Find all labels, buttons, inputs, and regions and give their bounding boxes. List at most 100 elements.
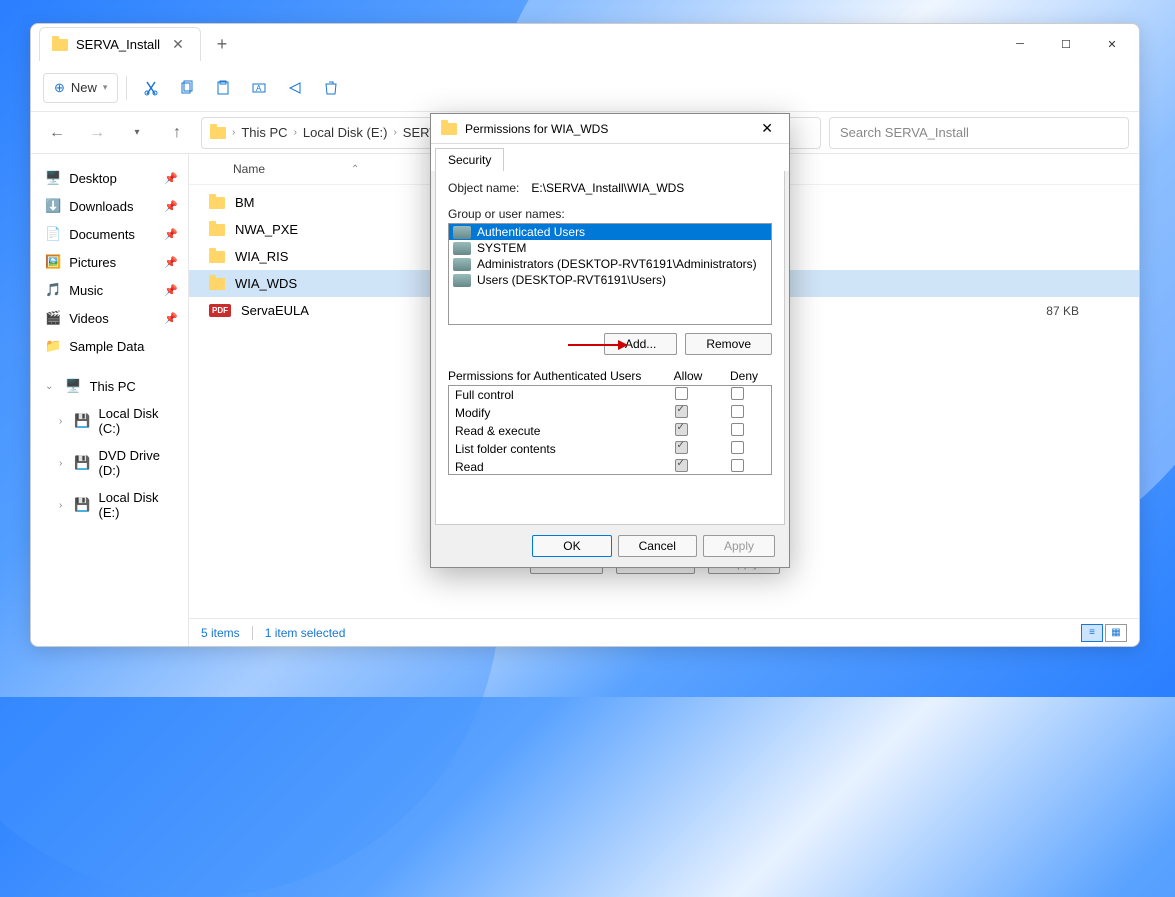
pin-icon: 📌 [164,172,178,185]
folder-icon [209,224,225,236]
permission-row: Read & execute [449,422,771,440]
permission-row: List folder contents [449,440,771,458]
rename-button[interactable]: A [243,72,275,104]
deny-header: Deny [716,369,772,383]
pin-icon: 📌 [164,256,178,269]
videos-icon: 🎬 [45,310,61,326]
folder-icon [210,127,226,139]
breadcrumb-item[interactable]: Local Disk (E:) [303,125,388,140]
sidebar-item-pictures[interactable]: 🖼️Pictures📌 [31,248,188,276]
permission-row: Full control [449,386,771,404]
permission-row: Modify [449,404,771,422]
apply-button[interactable]: Apply [703,535,775,557]
group-user-label: Group or user names: [448,207,772,221]
allow-checkbox[interactable] [675,423,688,436]
sidebar-item-drive[interactable]: ›💾Local Disk (E:) [31,484,188,526]
allow-checkbox[interactable] [675,387,688,400]
minimize-button[interactable]: ─ [997,28,1043,60]
new-button[interactable]: ⊕ New ▾ [43,73,118,103]
sidebar-item-drive[interactable]: ›💾Local Disk (C:) [31,400,188,442]
view-mode-switcher: ≡ ▦ [1081,624,1127,642]
folder-icon: 📁 [45,338,61,354]
up-button[interactable]: ↑ [161,117,193,149]
window-tab[interactable]: SERVA_Install ✕ [39,27,201,61]
maximize-button[interactable]: ☐ [1043,28,1089,60]
dialog-footer: OK Cancel Apply [431,525,789,567]
new-tab-button[interactable]: + [209,30,236,59]
user-listbox[interactable]: Authenticated UsersSYSTEMAdministrators … [448,223,772,325]
sidebar-item-downloads[interactable]: ⬇️Downloads📌 [31,192,188,220]
sidebar-item-videos[interactable]: 🎬Videos📌 [31,304,188,332]
users-icon [453,274,471,287]
tab-title: SERVA_Install [76,37,160,52]
user-list-item[interactable]: SYSTEM [449,240,771,256]
view-tiles-button[interactable]: ▦ [1105,624,1127,642]
cancel-button[interactable]: Cancel [618,535,697,557]
sidebar-item-desktop[interactable]: 🖥️Desktop📌 [31,164,188,192]
share-button[interactable] [279,72,311,104]
title-bar: SERVA_Install ✕ + ─ ☐ ✕ [31,24,1139,64]
plus-icon: ⊕ [54,80,65,96]
breadcrumb-item[interactable]: This PC [241,125,287,140]
pin-icon: 📌 [164,312,178,325]
users-icon [453,258,471,271]
sidebar-item-sample-data[interactable]: 📁Sample Data [31,332,188,360]
user-list-item[interactable]: Administrators (DESKTOP-RVT6191\Administ… [449,256,771,272]
drive-icon: 💾 [74,455,90,471]
chevron-down-icon: ▾ [103,82,108,93]
user-list-item[interactable]: Authenticated Users [449,224,771,240]
permission-row: Read [449,458,771,475]
annotation-arrow-icon [568,337,628,353]
chevron-right-icon: › [59,500,62,511]
drive-icon: 💾 [74,497,90,513]
deny-checkbox[interactable] [731,459,744,472]
pin-icon: 📌 [164,200,178,213]
music-icon: 🎵 [45,282,61,298]
pin-icon: 📌 [164,284,178,297]
sidebar-item-music[interactable]: 🎵Music📌 [31,276,188,304]
view-details-button[interactable]: ≡ [1081,624,1103,642]
deny-checkbox[interactable] [731,441,744,454]
back-button[interactable]: ← [41,117,73,149]
deny-checkbox[interactable] [731,405,744,418]
forward-button[interactable]: → [81,117,113,149]
tab-close-button[interactable]: ✕ [168,36,188,53]
allow-checkbox[interactable] [675,405,688,418]
documents-icon: 📄 [45,226,61,242]
downloads-icon: ⬇️ [45,198,61,214]
desktop-icon: 🖥️ [45,170,61,186]
drive-icon: 💾 [74,413,90,429]
deny-checkbox[interactable] [731,387,744,400]
paste-button[interactable] [207,72,239,104]
tab-security[interactable]: Security [435,148,504,171]
allow-header: Allow [660,369,716,383]
permissions-label: Permissions for Authenticated Users [448,369,660,383]
allow-checkbox[interactable] [675,459,688,472]
object-name-label: Object name: [448,181,519,195]
chevron-down-icon[interactable]: ▾ [121,117,153,149]
user-list-item[interactable]: Users (DESKTOP-RVT6191\Users) [449,272,771,288]
dialog-titlebar: Permissions for WIA_WDS ✕ [431,114,789,144]
search-input[interactable]: Search SERVA_Install [829,117,1129,149]
cut-button[interactable] [135,72,167,104]
allow-checkbox[interactable] [675,441,688,454]
copy-button[interactable] [171,72,203,104]
pc-icon: 🖥️ [65,378,81,394]
sidebar-item-drive[interactable]: ›💾DVD Drive (D:) [31,442,188,484]
delete-button[interactable] [315,72,347,104]
dialog-tabs: Security [431,144,789,171]
pdf-icon: PDF [209,304,231,317]
column-name[interactable]: Name ⌃ [209,162,359,176]
remove-button[interactable]: Remove [685,333,772,355]
ok-button[interactable]: OK [532,535,611,557]
sidebar-item-thispc[interactable]: ⌄ 🖥️ This PC [31,372,188,400]
users-icon [453,242,471,255]
window-controls: ─ ☐ ✕ [997,28,1135,60]
pin-icon: 📌 [164,228,178,241]
sort-indicator-icon: ⌃ [351,164,359,175]
deny-checkbox[interactable] [731,423,744,436]
users-icon [453,226,471,239]
dialog-close-button[interactable]: ✕ [755,118,779,139]
sidebar-item-documents[interactable]: 📄Documents📌 [31,220,188,248]
close-button[interactable]: ✕ [1089,28,1135,60]
